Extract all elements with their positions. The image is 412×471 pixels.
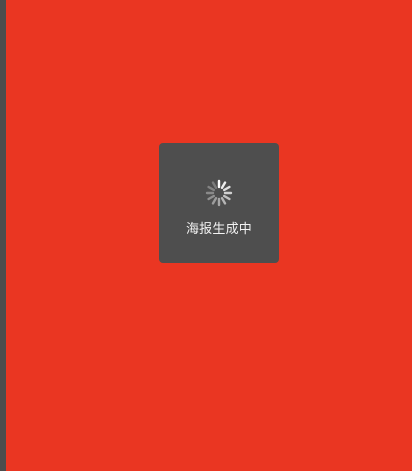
loading-message: 海报生成中	[185, 222, 252, 237]
loading-spinner-icon	[205, 179, 233, 207]
loading-toast: 海报生成中	[159, 143, 279, 263]
poster-screen-background: 海报生成中	[6, 0, 412, 471]
